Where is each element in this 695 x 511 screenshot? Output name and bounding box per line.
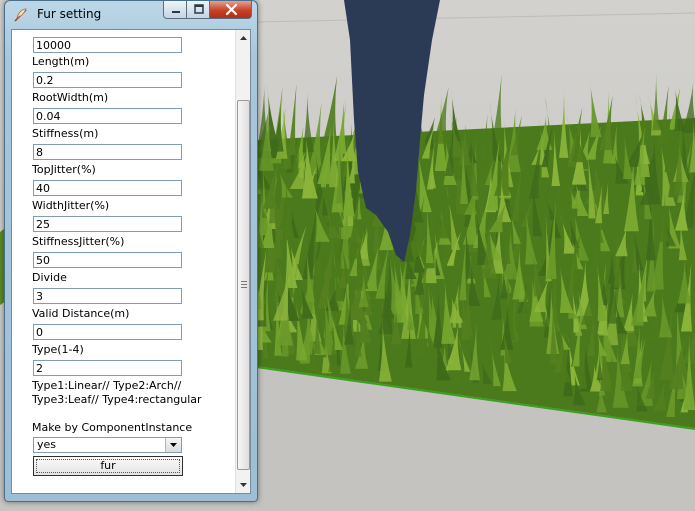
form-panel: Length(m) RootWidth(m) Stiffness(m) TopJ… xyxy=(11,29,251,494)
root-width-input[interactable] xyxy=(33,108,182,124)
top-jitter-label: TopJitter(%) xyxy=(32,163,96,176)
close-icon xyxy=(225,3,238,16)
dropdown-arrow-icon[interactable] xyxy=(165,438,181,452)
component-instance-select[interactable]: yes xyxy=(33,437,182,453)
valid-distance-label: Valid Distance(m) xyxy=(32,307,130,320)
count-input[interactable] xyxy=(33,37,182,53)
scroll-down-button[interactable] xyxy=(236,477,250,493)
divide-input[interactable] xyxy=(33,288,182,304)
top-jitter-input[interactable] xyxy=(33,180,182,196)
stiffness-label: Stiffness(m) xyxy=(32,127,99,140)
chevron-down-icon xyxy=(240,483,247,487)
focus-ring xyxy=(36,459,180,473)
stiffness-jitter-input[interactable] xyxy=(33,252,182,268)
select-value: yes xyxy=(37,438,57,451)
stiffness-input[interactable] xyxy=(33,144,182,160)
type-description-line-1: Type1:Linear// Type2:Arch// xyxy=(32,379,182,392)
close-button[interactable] xyxy=(209,1,252,19)
length-label: Length(m) xyxy=(32,55,90,68)
feather-icon xyxy=(13,7,29,23)
minimize-button[interactable] xyxy=(163,1,187,19)
component-instance-label: Make by ComponentInstance xyxy=(32,421,193,434)
width-jitter-input[interactable] xyxy=(33,216,182,232)
type-input[interactable] xyxy=(33,360,182,376)
maximize-icon xyxy=(194,4,204,14)
vertical-scrollbar[interactable] xyxy=(235,30,250,493)
title-bar[interactable]: Fur setting xyxy=(5,1,255,29)
length-input[interactable] xyxy=(33,72,182,88)
scroll-thumb[interactable] xyxy=(237,100,250,470)
window-title: Fur setting xyxy=(37,7,102,21)
fur-button[interactable]: fur xyxy=(33,456,183,476)
divide-label: Divide xyxy=(32,271,67,284)
width-jitter-label: WidthJitter(%) xyxy=(32,199,110,212)
grip-icon xyxy=(241,281,247,288)
stiffness-jitter-label: StiffnessJitter(%) xyxy=(32,235,125,248)
root-width-label: RootWidth(m) xyxy=(32,91,109,104)
minimize-icon xyxy=(172,11,180,13)
valid-distance-input[interactable] xyxy=(33,324,182,340)
type-label: Type(1-4) xyxy=(32,343,84,356)
maximize-button[interactable] xyxy=(186,1,210,19)
type-description-line-2: Type3:Leaf// Type4:rectangular xyxy=(32,393,202,406)
scroll-up-button[interactable] xyxy=(236,30,250,46)
chevron-up-icon xyxy=(240,36,247,40)
fur-setting-window: Fur setting Length(m) RootWidth(m) xyxy=(4,0,258,502)
